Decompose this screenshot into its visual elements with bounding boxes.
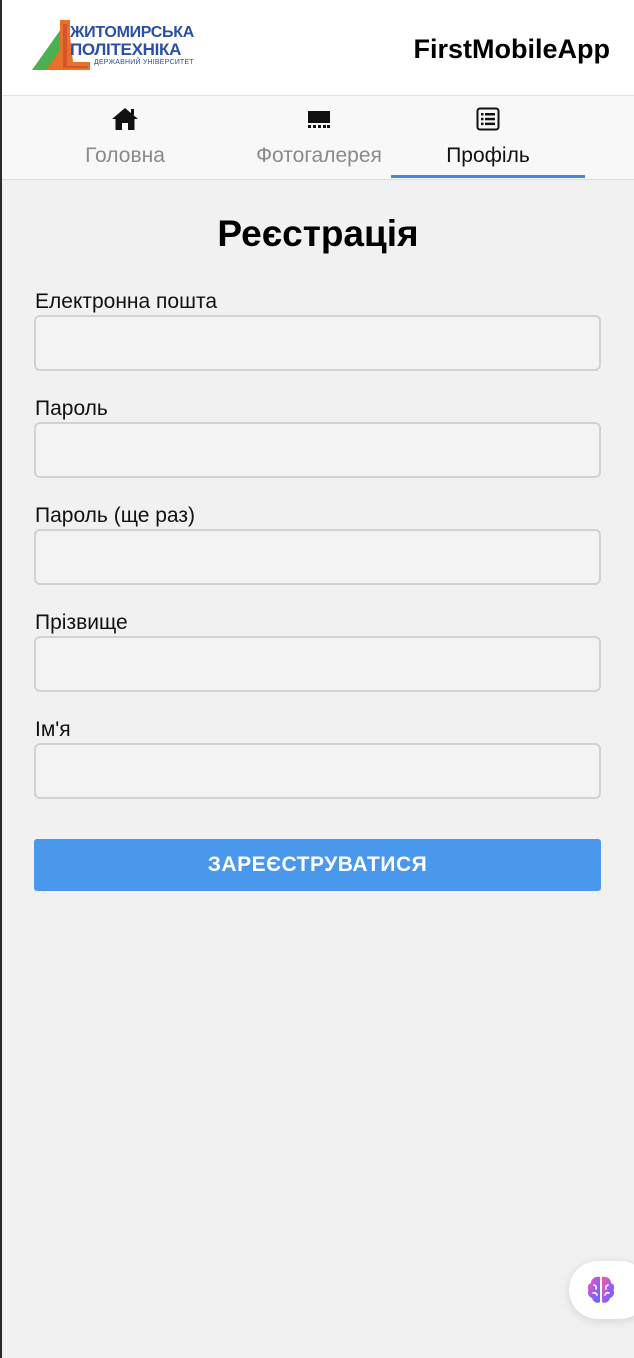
surname-field[interactable] [34, 636, 601, 692]
surname-label: Прізвище [35, 611, 128, 634]
gallery-icon [308, 111, 330, 128]
app-header: ЖИТОМИРСЬКА ПОЛІТЕХНІКА ДЕРЖАВНИЙ УНІВЕР… [2, 0, 634, 96]
app-title: FirstMobileApp [413, 34, 611, 64]
register-button[interactable]: ЗАРЕЄСТРУВАТИСЯ [34, 839, 601, 891]
tab-profile[interactable]: Профіль [391, 96, 585, 179]
home-icon [112, 108, 138, 130]
window-edge [0, 0, 2, 1358]
email-field[interactable] [34, 315, 601, 371]
password-repeat-field[interactable] [34, 529, 601, 585]
email-label: Електронна пошта [35, 290, 218, 313]
university-logo[interactable]: ЖИТОМИРСЬКА ПОЛІТЕХНІКА ДЕРЖАВНИЙ УНІВЕР… [30, 18, 200, 74]
list-icon [476, 107, 500, 131]
active-tab-indicator [391, 175, 585, 178]
tab-gallery[interactable]: Фотогалерея [222, 96, 416, 179]
tab-profile-label: Профіль [446, 144, 530, 167]
tab-gallery-label: Фотогалерея [256, 144, 382, 167]
tab-home-label: Головна [85, 144, 165, 167]
password-field[interactable] [34, 422, 601, 478]
top-tab-bar: Головна Фотогалерея Профіль [2, 96, 634, 180]
password-label: Пароль [35, 397, 108, 420]
first-name-field[interactable] [34, 743, 601, 799]
password-repeat-label: Пароль (ще раз) [35, 504, 195, 527]
first-name-label: Ім'я [35, 718, 71, 741]
logo-line-2: ПОЛІТЕХНІКА [70, 40, 182, 59]
brain-icon [587, 1276, 615, 1303]
page-title: Реєстрація [217, 213, 419, 254]
tab-home[interactable]: Головна [28, 96, 222, 179]
logo-line-3: ДЕРЖАВНИЙ УНІВЕРСИТЕТ [94, 59, 194, 66]
assistant-button[interactable] [569, 1261, 634, 1319]
